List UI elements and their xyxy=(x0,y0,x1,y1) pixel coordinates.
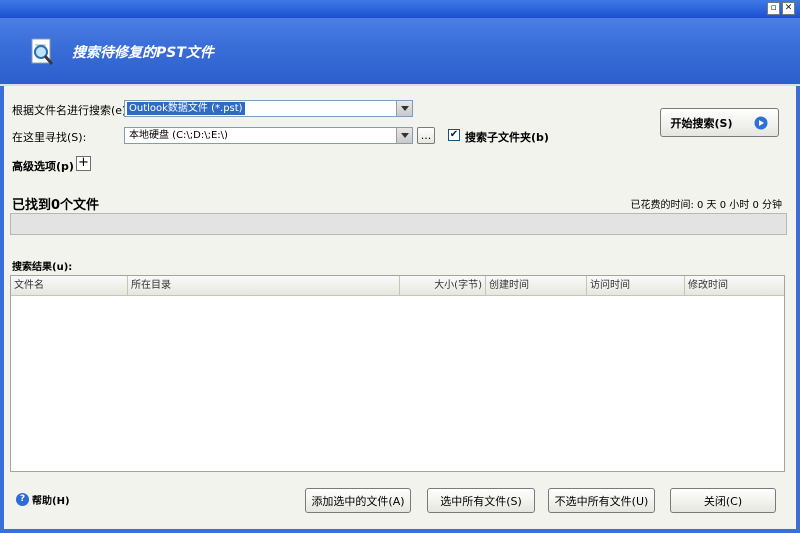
browse-button[interactable]: ... xyxy=(417,127,435,144)
plus-icon: + xyxy=(78,155,89,170)
search-progress-bar xyxy=(10,213,787,235)
column-header-directory[interactable]: 所在目录 xyxy=(128,276,400,295)
search-document-icon xyxy=(31,38,54,65)
chevron-down-icon xyxy=(400,106,409,111)
column-header-modified[interactable]: 修改时间 xyxy=(685,276,784,295)
file-type-value: Outlook数据文件 (*.pst) xyxy=(127,102,245,115)
browse-label: ... xyxy=(420,129,432,142)
dropdown-arrow-button[interactable] xyxy=(396,101,412,116)
search-in-label: 在这里寻找(S): xyxy=(12,131,87,144)
search-location-value: 本地硬盘 (C:\;D:\;E:\) xyxy=(129,130,228,141)
minimize-button[interactable]: ▫ xyxy=(767,2,780,15)
elapsed-time: 已花费的时间: 0 天 0 小时 0 分钟 xyxy=(630,200,782,211)
help-link[interactable]: ? 帮助(H) xyxy=(16,492,70,507)
deselect-all-label: 不选中所有文件(U) xyxy=(554,494,649,508)
check-icon: ✔ xyxy=(449,129,459,140)
subfolders-checkbox[interactable]: ✔ xyxy=(448,129,460,141)
expand-advanced-button[interactable]: + xyxy=(76,156,91,171)
minimize-icon: ▫ xyxy=(770,3,777,13)
select-all-label: 选中所有文件(S) xyxy=(440,494,522,508)
window-frame-bottom xyxy=(0,529,800,533)
search-results-label: 搜索结果(u): xyxy=(12,262,73,273)
window-frame-right xyxy=(796,86,800,533)
column-header-filename[interactable]: 文件名 xyxy=(11,276,128,295)
search-location-dropdown[interactable]: 本地硬盘 (C:\;D:\;E:\) xyxy=(124,127,413,144)
search-by-name-label: 根据文件名进行搜索(e): xyxy=(12,104,131,117)
column-header-created[interactable]: 创建时间 xyxy=(486,276,587,295)
add-selected-label: 添加选中的文件(A) xyxy=(311,494,405,508)
advanced-options-label[interactable]: 高级选项(p) xyxy=(12,158,74,174)
window-titlebar[interactable]: ▫ ✕ xyxy=(0,0,800,18)
files-found-count: 已找到0个文件 xyxy=(12,198,100,213)
select-all-files-button[interactable]: 选中所有文件(S) xyxy=(427,488,535,513)
dropdown-arrow-button[interactable] xyxy=(396,128,412,143)
column-header-size[interactable]: 大小(字节) xyxy=(400,276,486,295)
add-selected-files-button[interactable]: 添加选中的文件(A) xyxy=(305,488,411,513)
start-search-label: 开始搜索(S) xyxy=(670,116,733,130)
start-search-button[interactable]: 开始搜索(S) xyxy=(660,108,779,137)
help-icon: ? xyxy=(16,493,29,506)
help-label: 帮助(H) xyxy=(32,496,70,507)
subfolders-label[interactable]: 搜索子文件夹(b) xyxy=(465,129,549,145)
window-frame-left xyxy=(0,86,4,533)
dialog-header: 搜索待修复的PST文件 xyxy=(0,18,800,86)
column-header-accessed[interactable]: 访问时间 xyxy=(587,276,685,295)
play-arrow-icon xyxy=(754,116,768,129)
close-icon: ✕ xyxy=(784,3,793,13)
deselect-all-files-button[interactable]: 不选中所有文件(U) xyxy=(548,488,655,513)
close-label: 关闭(C) xyxy=(703,494,743,508)
chevron-down-icon xyxy=(400,133,409,138)
file-type-dropdown[interactable]: Outlook数据文件 (*.pst) xyxy=(124,100,413,117)
dialog-title: 搜索待修复的PST文件 xyxy=(72,45,214,61)
close-window-button[interactable]: ✕ xyxy=(782,2,795,15)
results-table-header: 文件名 所在目录 大小(字节) 创建时间 访问时间 修改时间 xyxy=(11,276,784,296)
close-button[interactable]: 关闭(C) xyxy=(670,488,776,513)
results-table[interactable]: 文件名 所在目录 大小(字节) 创建时间 访问时间 修改时间 xyxy=(10,275,785,472)
